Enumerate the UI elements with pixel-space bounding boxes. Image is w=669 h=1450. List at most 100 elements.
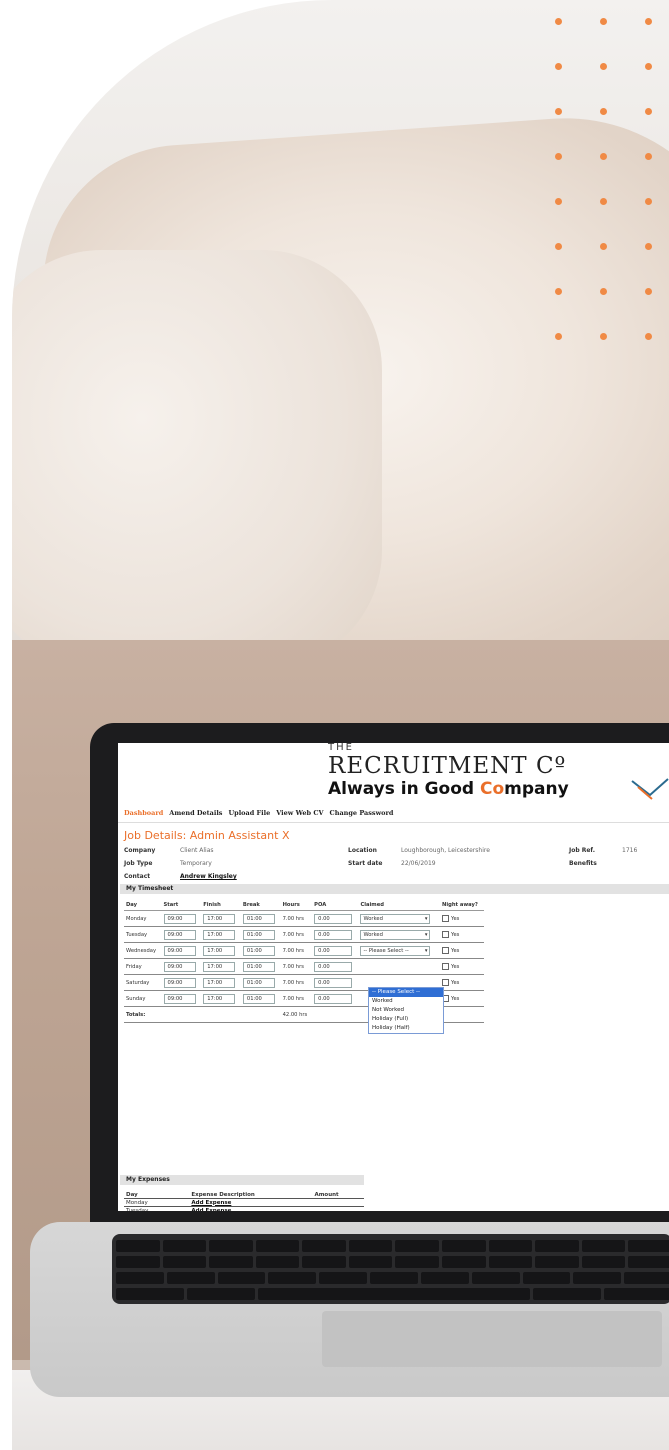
dropdown-option[interactable]: Holiday (Full) [369,1015,443,1024]
finish-input[interactable]: 17:00 [203,977,236,988]
row-day: Sunday [126,995,146,1002]
hours-value: 7.00 hrs [282,963,304,970]
start-input[interactable]: 09:00 [163,913,196,924]
night-away-label: Yes [451,996,460,1002]
add-expense-link[interactable]: Add Expense [191,1208,231,1212]
night-away-checkbox[interactable] [442,963,450,970]
hours-value: 7.00 hrs [282,995,304,1002]
row-day: Saturday [126,979,150,986]
jobtype-value: Temporary [180,860,212,867]
expenses-table: Day Expense Description Amount Monday Ad… [124,1191,364,1211]
hours-value: 7.00 hrs [282,915,304,922]
accent-dot [645,333,652,340]
chevron-down-icon: ▾ [424,915,428,922]
start-input[interactable]: 09:00 [163,929,196,940]
night-away-label: Yes [451,916,460,922]
accent-dot [645,153,652,160]
timesheet-heading: My Timesheet [120,884,669,894]
expense-row: Tuesday Add Expense [124,1206,364,1212]
contact-link[interactable]: Andrew Kingsley [180,873,237,880]
totals-value: 42.00 hrs [280,1006,313,1023]
break-input[interactable]: 01:00 [242,913,275,924]
night-away-checkbox[interactable] [442,947,450,954]
accent-dot [645,18,652,25]
nav-dashboard[interactable]: Dashboard [124,809,163,817]
chevron-down-icon: ▾ [424,931,428,938]
row-day: Wednesday [126,947,157,954]
dropdown-option[interactable]: Worked [369,997,443,1006]
finish-input[interactable]: 17:00 [203,945,236,956]
promo-canvas: THE RECRUITMENT Cº Always in Good Compan… [0,0,669,1450]
break-input[interactable]: 01:00 [242,977,275,988]
start-input[interactable]: 09:00 [163,961,196,972]
timesheet-header-row: Day Start Finish Break Hours POA Claimed… [124,899,484,911]
nav-change-password[interactable]: Change Password [330,809,394,817]
poa-input[interactable]: 0.00 [314,913,353,924]
finish-input[interactable]: 17:00 [203,961,236,972]
company-value: Client Alias [180,847,214,854]
accent-dot [555,333,562,340]
break-input[interactable]: 01:00 [242,945,275,956]
night-away-label: Yes [451,948,460,954]
poa-input[interactable]: 0.00 [314,977,353,988]
break-input[interactable]: 01:00 [242,993,275,1004]
night-away-checkbox[interactable] [442,979,450,986]
hours-value: 7.00 hrs [282,979,304,986]
accent-dot [555,153,562,160]
break-input[interactable]: 01:00 [242,929,275,940]
row-day: Tuesday [126,931,148,938]
claimed-select[interactable]: Worked ▾ [360,929,431,940]
timesheet-row: Wednesday 09:00 17:00 01:00 7.00 hrs 0.00 -- P… [124,942,484,959]
break-input[interactable]: 01:00 [242,961,275,972]
claimed-select[interactable]: -- Please Select -- ▾ [360,945,431,956]
contact-label: Contact [124,873,151,880]
expenses-header-row: Day Expense Description Amount [124,1191,364,1199]
expense-row: Monday Add Expense [124,1198,364,1207]
row-day: Friday [126,963,142,970]
night-away-label: Yes [451,980,460,986]
logo-tagline: Always in Good Company [328,779,569,799]
finish-input[interactable]: 17:00 [203,993,236,1004]
nav-upload-file[interactable]: Upload File [228,809,270,817]
dropdown-option[interactable]: -- Please Select -- [369,988,443,997]
accent-dot [600,108,607,115]
poa-input[interactable]: 0.00 [314,945,353,956]
accent-dot [555,63,562,70]
logo-line1: THE [328,743,354,753]
timesheet-row: Friday 09:00 17:00 01:00 7.00 hrs 0.00 Yes [124,958,484,975]
startdate-value: 22/06/2019 [401,860,436,867]
dropdown-option[interactable]: Not Worked [369,1006,443,1015]
start-input[interactable]: 09:00 [163,945,196,956]
add-expense-link[interactable]: Add Expense [191,1200,231,1206]
startdate-label: Start date [348,860,383,867]
jobtype-label: Job Type [124,860,153,867]
main-nav: Dashboard Amend Details Upload File View… [124,809,393,817]
nav-view-web-cv[interactable]: View Web CV [276,809,323,817]
poa-input[interactable]: 0.00 [314,993,353,1004]
poa-input[interactable]: 0.00 [314,961,353,972]
start-input[interactable]: 09:00 [163,993,196,1004]
dropdown-option[interactable]: Holiday (Half) [369,1024,443,1033]
nav-amend-details[interactable]: Amend Details [169,809,222,817]
totals-label: Totals: [124,1006,162,1023]
poa-input[interactable]: 0.00 [314,929,353,940]
start-input[interactable]: 09:00 [163,977,196,988]
accent-dot [555,18,562,25]
claimed-dropdown-list[interactable]: -- Please Select -- Worked Not Worked Holid… [368,987,444,1034]
accent-dot [645,198,652,205]
night-away-checkbox[interactable] [442,915,450,922]
divider [118,822,669,823]
col-claimed: Claimed [358,899,441,911]
night-away-checkbox[interactable] [442,931,450,938]
finish-input[interactable]: 17:00 [203,913,236,924]
col-break: Break [240,899,281,911]
accent-dot [555,288,562,295]
logo-chevron-icon [631,778,669,800]
laptop-trackpad [322,1311,662,1367]
timesheet-row: Monday 09:00 17:00 01:00 7.00 hrs 0.00 Worked ▾… [124,910,484,927]
finish-input[interactable]: 17:00 [203,929,236,940]
claimed-select[interactable]: Worked ▾ [360,913,431,924]
job-title: Job Details: Admin Assistant X [124,829,290,842]
col-start: Start [161,899,202,911]
col-night-away: Night away? [440,899,484,911]
